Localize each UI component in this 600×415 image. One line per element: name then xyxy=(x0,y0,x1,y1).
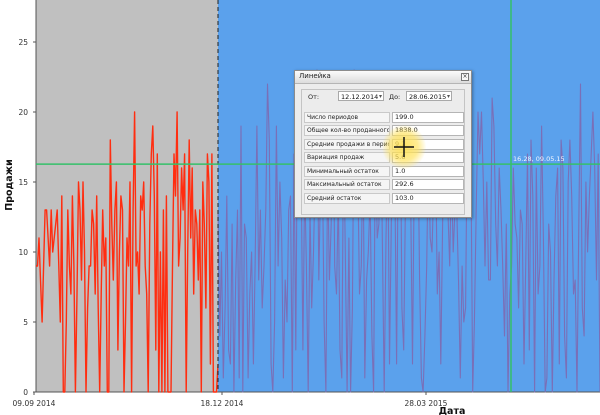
y-tick-label: 0 xyxy=(23,388,28,397)
from-label: От: xyxy=(308,93,320,101)
crosshair-value-label: 16.28, 09.05.15 xyxy=(513,155,565,163)
to-date-picker[interactable]: 28.06.2015 ▾ xyxy=(406,91,452,101)
x-tick-label: 18.12 2014 xyxy=(201,399,244,408)
chevron-down-icon[interactable]: ▾ xyxy=(379,92,382,102)
stat-label: Максимальный остаток xyxy=(304,179,390,190)
stat-row-sales-variation: Вариация продаж 5.6 xyxy=(304,152,464,163)
stat-value-field[interactable]: 1838.0 xyxy=(392,125,464,136)
stat-value-field[interactable]: 1.0 xyxy=(392,166,464,177)
stat-row-periods: Число периодов 199.0 xyxy=(304,112,464,123)
stat-row-max-stock: Максимальный остаток 292.6 xyxy=(304,179,464,190)
from-date-picker[interactable]: 12.12.2014 ▾ xyxy=(338,91,384,101)
dialog-titlebar[interactable]: Линейка × xyxy=(295,71,471,84)
stat-row-total-sold: Общее кол-во проданного 1838.0 xyxy=(304,125,464,136)
to-date-value: 28.06.2015 xyxy=(409,93,447,101)
dialog-title: Линейка xyxy=(299,72,331,80)
from-date-value: 12.12.2014 xyxy=(341,93,379,101)
chevron-down-icon[interactable]: ▾ xyxy=(447,92,450,102)
x-axis-label: Дата xyxy=(439,406,466,415)
stat-label: Средний остаток xyxy=(304,193,390,204)
y-axis-label: Продажи xyxy=(4,159,15,210)
stat-value-field[interactable]: 9.2 xyxy=(392,139,464,150)
to-label: До: xyxy=(389,93,401,101)
stat-row-min-stock: Минимальный остаток 1.0 xyxy=(304,166,464,177)
stat-value-field[interactable]: 103.0 xyxy=(392,193,464,204)
stat-value-field[interactable]: 292.6 xyxy=(392,179,464,190)
y-tick-label: 20 xyxy=(18,108,28,117)
stat-value-field[interactable]: 5.6 xyxy=(392,152,464,163)
close-icon[interactable]: × xyxy=(461,73,469,81)
y-tick-label: 25 xyxy=(18,38,28,47)
stat-row-average-sales: Средние продажи в период 9.2 xyxy=(304,139,464,150)
stat-row-average-stock: Средний остаток 103.0 xyxy=(304,193,464,204)
stat-label: Вариация продаж xyxy=(304,152,390,163)
dialog-body: От: 12.12.2014 ▾ До: 28.06.2015 ▾ Число … xyxy=(301,89,465,215)
stat-label: Число периодов xyxy=(304,112,390,123)
y-tick-label: 10 xyxy=(18,248,28,257)
stat-value-field[interactable]: 199.0 xyxy=(392,112,464,123)
stat-label: Минимальный остаток xyxy=(304,166,390,177)
ruler-dialog[interactable]: Линейка × От: 12.12.2014 ▾ До: 28.06.201… xyxy=(294,70,472,218)
y-tick-label: 5 xyxy=(23,318,28,327)
stat-label: Средние продажи в период xyxy=(304,139,390,150)
x-tick-label: 09.09 2014 xyxy=(13,399,56,408)
stat-label: Общее кол-во проданного xyxy=(304,125,390,136)
y-tick-label: 15 xyxy=(18,178,28,187)
